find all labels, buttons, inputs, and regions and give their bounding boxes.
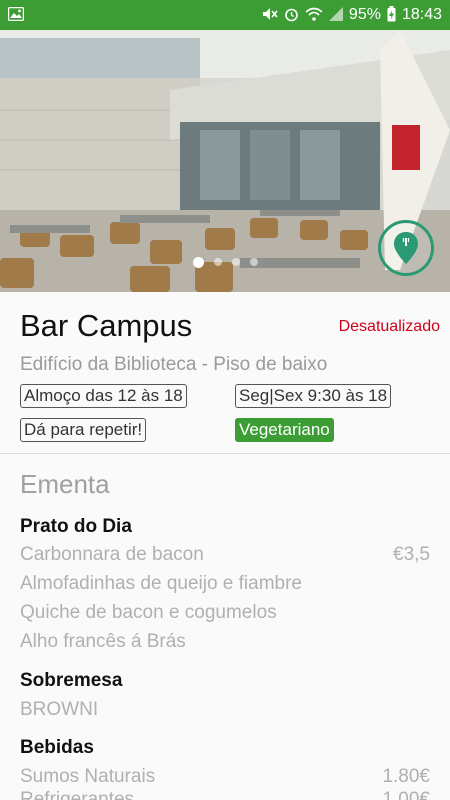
- tag-lunch-hours: Almoço das 12 às 18: [20, 384, 187, 408]
- battery-charging-icon: [387, 6, 396, 24]
- menu-item-price: €3,5: [393, 544, 430, 565]
- menu-title: Ementa: [20, 469, 110, 499]
- section-title: Sobremesa: [20, 670, 123, 691]
- battery-percent: 95%: [348, 6, 381, 23]
- menu-item: BROWNI: [20, 699, 430, 721]
- section-title: Prato do Dia: [20, 516, 132, 537]
- place-location: Edifício da Biblioteca - Piso de baixo: [20, 354, 328, 375]
- menu-item-name: Sumos Naturais: [20, 766, 156, 787]
- menu-item-price: 1.00€: [382, 789, 430, 800]
- signal-icon: [328, 7, 343, 23]
- clock-time: 18:43: [401, 6, 442, 23]
- menu-item-name: Quiche de bacon e cogumelos: [20, 602, 277, 623]
- tag-repeat: Dá para repetir!: [20, 418, 147, 442]
- tag-opening-hours: Seg|Sex 9:30 às 18: [235, 384, 392, 408]
- map-pin-icon: [394, 232, 418, 264]
- photo-icon: [7, 6, 25, 23]
- carousel-dot[interactable]: [213, 258, 222, 266]
- menu-item-name: Carbonnara de bacon: [20, 544, 204, 565]
- carousel-dot[interactable]: [192, 257, 204, 268]
- carousel-dot[interactable]: [249, 258, 258, 266]
- menu-item: Quiche de bacon e cogumelos: [20, 602, 430, 624]
- carousel-dot[interactable]: [231, 258, 240, 266]
- alarm-icon: [284, 7, 299, 24]
- menu-item: Sumos Naturais 1.80€: [20, 766, 430, 788]
- place-details: Bar Campus Desatualizado Edifício da Bib…: [0, 292, 450, 800]
- menu-item-name: BROWNI: [20, 699, 99, 720]
- hero-image[interactable]: [0, 30, 450, 292]
- map-button[interactable]: [378, 220, 434, 276]
- title-row: Bar Campus Desatualizado: [0, 292, 450, 354]
- menu-item: Refrigerantes 1.00€: [20, 789, 430, 800]
- menu-item-name: Alho francês á Brás: [20, 631, 186, 652]
- status-badge: Desatualizado: [338, 318, 440, 335]
- status-bar: 95% 18:43: [0, 0, 450, 30]
- menu-item: Carbonnara de bacon €3,5: [20, 544, 430, 566]
- menu-item-name: Refrigerantes: [20, 789, 135, 800]
- divider: [0, 453, 450, 454]
- menu-item: Almofadinhas de queijo e fiambre: [20, 573, 430, 595]
- menu-item: Alho francês á Brás: [20, 631, 430, 653]
- menu-item-price: 1.80€: [382, 766, 430, 787]
- tag-vegetarian: Vegetariano: [235, 418, 334, 442]
- wifi-icon: [305, 7, 323, 23]
- section-title: Bebidas: [20, 737, 94, 758]
- menu-item-name: Almofadinhas de queijo e fiambre: [20, 573, 303, 594]
- place-name: Bar Campus: [20, 308, 193, 343]
- mute-icon: [262, 7, 278, 23]
